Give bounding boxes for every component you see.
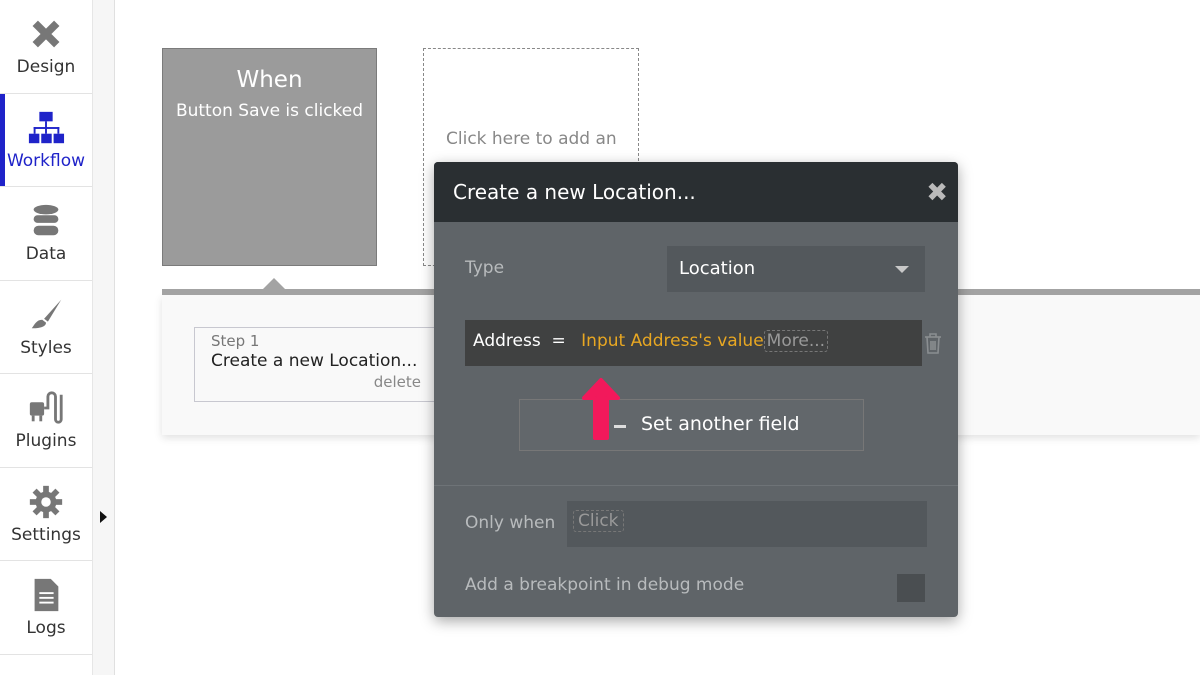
sidebar-item-label: Workflow: [6, 150, 86, 171]
type-dropdown[interactable]: Location: [667, 246, 925, 292]
dynamic-value[interactable]: Input Address's value: [581, 331, 764, 351]
divider: [434, 485, 958, 486]
type-label: Type: [465, 258, 505, 278]
action-editor-modal: Create a new Location... ✖ Type Location…: [434, 162, 958, 617]
only-when-label: Only when: [465, 513, 556, 533]
sidebar-item-label: Logs: [26, 618, 66, 639]
close-icon[interactable]: ✖: [926, 178, 948, 208]
event-subtitle: Button Save is clicked: [175, 101, 364, 121]
sidebar-item-data[interactable]: Data: [0, 187, 92, 281]
sidebar-item-label: Settings: [11, 524, 81, 545]
field-assignment-row[interactable]: Address = Input Address's value More...: [465, 320, 922, 366]
document-icon: [34, 579, 59, 612]
set-another-field-label: Set another field: [641, 413, 800, 435]
more-button[interactable]: More...: [763, 330, 829, 352]
chevron-down-icon: [895, 266, 909, 273]
only-when-input[interactable]: Click: [567, 501, 927, 547]
breakpoint-checkbox[interactable]: [897, 574, 925, 602]
event-card[interactable]: When Button Save is clicked: [162, 48, 377, 266]
sidebar-item-label: Data: [25, 244, 67, 265]
step-number: Step 1: [211, 332, 260, 350]
gear-icon: [29, 485, 63, 518]
sidebar: Design Workflow Data Styles Plugins Sett…: [0, 0, 93, 675]
plug-icon: [29, 391, 63, 424]
sidebar-item-styles[interactable]: Styles: [0, 281, 92, 374]
sidebar-item-logs[interactable]: Logs: [0, 561, 92, 655]
modal-header: Create a new Location... ✖: [434, 162, 958, 222]
brush-icon: [31, 299, 62, 329]
only-when-placeholder: Click: [573, 510, 624, 532]
field-operator: =: [551, 331, 566, 351]
sidebar-item-label: Design: [16, 57, 76, 78]
sidebar-item-label: Styles: [20, 337, 72, 358]
sidebar-expand-strip: [93, 0, 115, 675]
annotation-arrow-icon: [582, 378, 620, 440]
expand-arrow-icon[interactable]: [100, 511, 107, 523]
sidebar-item-plugins[interactable]: Plugins: [0, 374, 92, 468]
breakpoint-label: Add a breakpoint in debug mode: [465, 575, 745, 595]
sidebar-item-label: Plugins: [15, 431, 77, 452]
sidebar-item-settings[interactable]: Settings: [0, 468, 92, 561]
event-title: When: [236, 67, 303, 93]
modal-title: Create a new Location...: [453, 180, 696, 204]
trash-icon[interactable]: [924, 332, 942, 354]
workflow-icon: [28, 111, 65, 143]
set-another-field-button[interactable]: Set another field: [519, 399, 864, 451]
database-icon: [33, 205, 59, 236]
step-title: Create a new Location...: [211, 351, 418, 371]
field-name: Address: [473, 331, 541, 351]
sidebar-item-workflow[interactable]: Workflow: [0, 93, 92, 187]
selected-event-caret: [262, 278, 286, 290]
sidebar-item-design[interactable]: Design: [0, 0, 92, 94]
add-event-text: Click here to add an: [446, 129, 617, 149]
step-card[interactable]: Step 1 Create a new Location... delete: [194, 327, 444, 402]
delete-step-link[interactable]: delete: [211, 373, 427, 391]
design-tools-icon: [32, 20, 60, 48]
type-value: Location: [679, 258, 756, 279]
